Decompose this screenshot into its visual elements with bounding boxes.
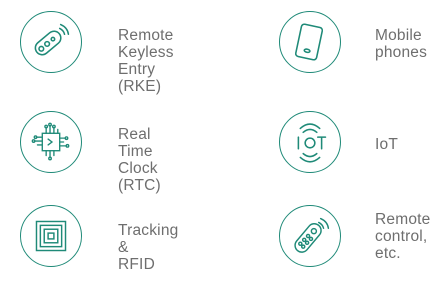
application-label: Real Time Clock (RTC) [118,126,161,194]
icon-circle [279,11,341,73]
icon-circle [279,111,341,173]
mobile-phone-icon [294,23,324,61]
iot-icon [297,123,327,163]
chip-icon [31,122,70,161]
application-label: Tracking & RFID [118,222,179,273]
application-label: Mobile phones [375,27,428,61]
key-fob-icon [34,23,70,56]
icon-circle [20,111,82,173]
rfid-tag-icon [35,220,67,252]
application-label: IoT [375,136,398,153]
icon-circle [279,205,341,267]
icon-circle [20,205,82,267]
application-label: Remote control, etc. [375,211,431,262]
icon-circle [20,11,82,73]
remote-control-icon [294,217,330,253]
application-label: Remote Keyless Entry (RKE) [118,27,174,95]
